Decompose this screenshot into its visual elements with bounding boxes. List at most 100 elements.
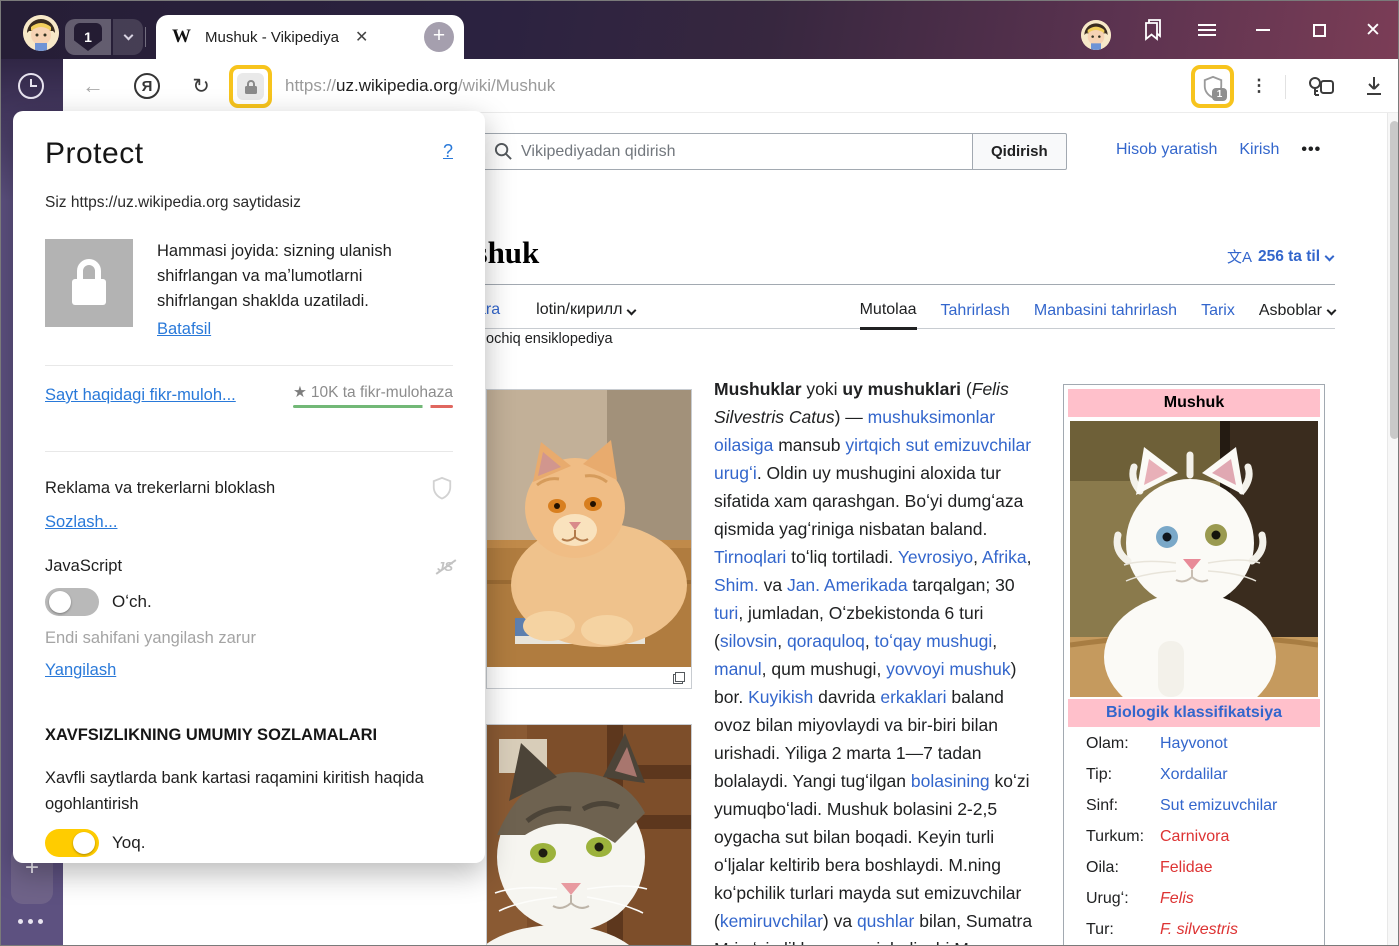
close-window-button[interactable]: ✕ (1355, 1, 1391, 59)
yandex-search-button[interactable]: Я (131, 59, 163, 113)
taxonomy-row: Olam:Hayvonot (1086, 735, 1320, 753)
article-tabs: Munozara lotin/кирилл Mutolaa Tahrirlash… (429, 295, 1335, 329)
sidebar-more-icon[interactable] (18, 919, 43, 924)
tab-mutolaa[interactable]: Mutolaa (860, 301, 917, 330)
profile-avatar-small[interactable] (1081, 20, 1111, 50)
taxonomy-label: Turkum: (1086, 828, 1160, 846)
article-link[interactable]: turi (714, 603, 738, 623)
history-clock-icon[interactable] (16, 71, 46, 101)
white-kitten-image[interactable] (1070, 421, 1318, 697)
article-link[interactable]: toʻqay mushugi (875, 631, 993, 651)
bookmarks-icon[interactable] (1135, 1, 1171, 59)
new-tab-button[interactable]: + (424, 22, 454, 52)
feedback-rating: ★10K ta fikr-mulohaza (293, 383, 453, 408)
taxonomy-label: Tur: (1086, 921, 1160, 939)
bank-warning-label: Xavfli saytlarda bank kartasi raqamini k… (45, 765, 425, 817)
titlebar-divider (145, 27, 146, 47)
create-account-link[interactable]: Hisob yaratish (1116, 141, 1217, 159)
adblock-settings-link[interactable]: Sozlash... (45, 513, 117, 532)
wiki-search-input[interactable] (521, 143, 941, 161)
taxonomy-value-link[interactable]: Felidae (1160, 859, 1212, 877)
secure-connection-text: Hammasi joyida: sizning ulanish shifrlan… (157, 239, 437, 314)
tabby-cat-image (487, 725, 691, 946)
bank-warning-toggle[interactable] (45, 829, 99, 857)
article-link[interactable]: manul (714, 659, 762, 679)
tab-manbasini-tahrirlash[interactable]: Manbasini tahrirlash (1034, 302, 1177, 320)
kebab-menu-icon[interactable]: ⋮ (1246, 59, 1272, 113)
login-link[interactable]: Kirish (1239, 141, 1279, 159)
article-link[interactable]: Shim. (714, 575, 759, 595)
protect-shield-button[interactable]: 1 (1191, 65, 1234, 108)
details-link[interactable]: Batafsil (157, 320, 211, 339)
article-span: Mushuklar (714, 379, 802, 399)
star-icon: ★ (293, 384, 307, 401)
article-span: mansub (773, 435, 845, 455)
article-link[interactable]: Tirnoqlari (714, 547, 786, 567)
title-divider (429, 284, 1335, 285)
tab-counter-dropdown[interactable] (113, 19, 143, 55)
javascript-disabled-icon: JS (437, 559, 453, 574)
taxonomy-value-link[interactable]: Xordalilar (1160, 766, 1228, 784)
chevron-down-icon (1325, 252, 1335, 262)
maximize-button[interactable] (1301, 1, 1337, 59)
browser-tab[interactable]: W Mushuk - Vikipediya ✕ + (156, 15, 464, 59)
article-span: tarqalgan; 30 (908, 575, 1015, 595)
article-link[interactable]: qoraquloq (787, 631, 865, 651)
chevron-down-icon (123, 31, 133, 41)
taxonomy-value-link[interactable]: F. silvestris (1160, 921, 1238, 939)
more-options-icon[interactable]: ••• (1301, 141, 1321, 159)
article-link[interactable]: erkaklari (880, 687, 946, 707)
close-tab-icon[interactable]: ✕ (355, 27, 368, 47)
taxonomy-value-link[interactable]: Carnivora (1160, 828, 1229, 846)
article-link[interactable]: yovvoyi mushuk (886, 659, 1011, 679)
article-link[interactable]: Afrika (982, 547, 1027, 567)
page-scrollbar[interactable] (1387, 113, 1399, 946)
taxonomy-value-link[interactable]: Hayvonot (1160, 735, 1228, 753)
tab-asboblar-dropdown[interactable]: Asboblar (1259, 302, 1335, 320)
browser-window: Qidirish Hisob yaratish Kirish ••• Mushu… (0, 0, 1399, 946)
refresh-button[interactable]: ↻ (185, 59, 217, 113)
article-link[interactable]: silovsin (720, 631, 777, 651)
article-link[interactable]: Yevrosiyo (898, 547, 973, 567)
profile-avatar[interactable] (23, 15, 59, 51)
tab-tahrirlash[interactable]: Tahrirlash (941, 302, 1010, 320)
article-span: , (777, 631, 787, 651)
article-image-2[interactable] (486, 724, 692, 946)
article-link[interactable]: Kuyikish (748, 687, 813, 707)
taxonomy-row: Oila:Felidae (1086, 859, 1320, 877)
taxonomy-label: Sinf: (1086, 797, 1160, 815)
tab-counter[interactable]: 1 (65, 19, 143, 55)
article-link[interactable]: Jan. Amerikada (787, 575, 908, 595)
wiki-search-button[interactable]: Qidirish (972, 133, 1067, 170)
article-image-1[interactable] (486, 389, 692, 689)
article-link[interactable]: qushlar (857, 911, 914, 931)
scrollbar-thumb[interactable] (1390, 121, 1399, 439)
minimize-button[interactable] (1245, 1, 1281, 59)
taxonomy-value-link[interactable]: Felis (1160, 890, 1194, 908)
article-span: ) va (823, 911, 857, 931)
taxonomy-value-link[interactable]: Sut emizuvchilar (1160, 797, 1277, 815)
expand-image-icon[interactable] (673, 672, 685, 684)
help-link[interactable]: ? (443, 141, 453, 162)
orange-cat-image (487, 390, 691, 667)
downloads-icon[interactable] (1357, 59, 1391, 113)
connection-lock-button[interactable] (229, 65, 272, 108)
javascript-toggle[interactable] (45, 588, 99, 616)
search-icon (494, 142, 513, 161)
language-selector[interactable]: 文A 256 ta til (1227, 246, 1333, 267)
wiki-search-box[interactable] (481, 133, 973, 170)
back-button[interactable]: ← (77, 59, 109, 113)
menu-icon[interactable] (1189, 1, 1225, 59)
article-link[interactable]: bolasining (911, 771, 990, 791)
security-settings-heading: XAVFSIZLIKNING UMUMIY SOZLAMALARI (45, 726, 453, 745)
address-url[interactable]: https://uz.wikipedia.org/wiki/Mushuk (285, 59, 555, 113)
article-span: koʻzi yumuqboʻladi. Mushuk bolasini 2-2,… (714, 771, 1030, 931)
password-manager-icon[interactable] (1301, 59, 1341, 113)
article-span: , (1027, 547, 1032, 567)
variant-dropdown[interactable]: lotin/кирилл (536, 301, 635, 319)
tab-tarix[interactable]: Tarix (1201, 302, 1235, 320)
refresh-page-link[interactable]: Yangilash (45, 661, 116, 680)
site-feedback-link[interactable]: Sayt haqidagi fikr-muloh... (45, 386, 236, 405)
article-link[interactable]: kemiruvchilar (720, 911, 823, 931)
article-span: yoki (802, 379, 843, 399)
